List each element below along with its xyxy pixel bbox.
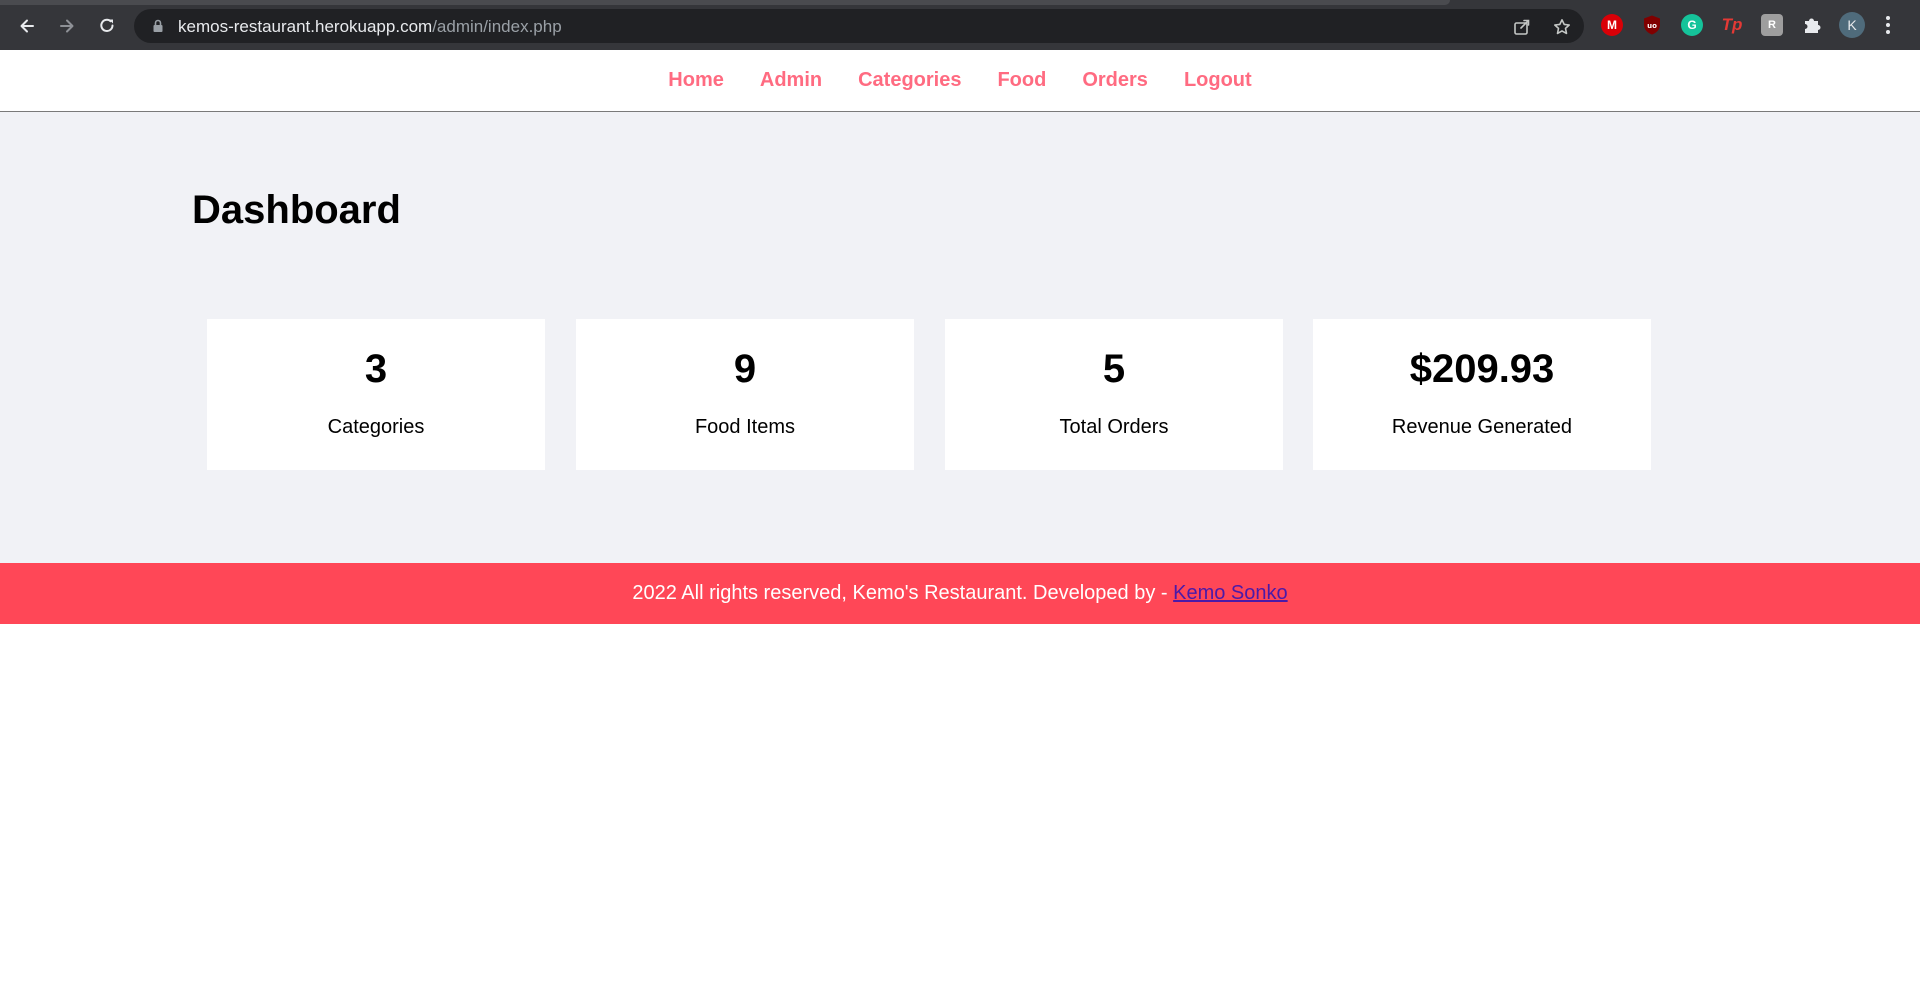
address-bar[interactable]: kemos-restaurant.herokuapp.com/admin/ind… (134, 9, 1584, 43)
stat-card-categories: 3 Categories (207, 319, 545, 470)
ublock-origin-icon[interactable]: uo (1641, 14, 1663, 36)
url-host: kemos-restaurant.herokuapp.com (178, 17, 433, 36)
mega-extension-icon[interactable]: M (1601, 14, 1623, 36)
tp-extension-icon[interactable]: Tp (1721, 14, 1743, 36)
lock-icon[interactable] (150, 18, 166, 34)
forward-arrow-icon (60, 19, 74, 33)
stat-label: Total Orders (1059, 416, 1169, 438)
stat-value: 3 (364, 347, 388, 391)
browser-toolbar: kemos-restaurant.herokuapp.com/admin/ind… (0, 0, 1920, 50)
reader-extension-icon[interactable]: R (1761, 14, 1783, 36)
puzzle-icon (1805, 18, 1821, 33)
nav-logout[interactable]: Logout (1184, 69, 1252, 92)
extensions-puzzle-icon[interactable] (1801, 14, 1823, 36)
bookmark-star-icon[interactable] (1552, 17, 1572, 37)
share-icon[interactable] (1512, 17, 1532, 37)
url-text[interactable]: kemos-restaurant.herokuapp.com/admin/ind… (178, 17, 562, 36)
developer-link[interactable]: Kemo Sonko (1173, 582, 1288, 605)
reload-button[interactable] (92, 11, 122, 41)
back-arrow-icon (20, 19, 34, 33)
nav-admin[interactable]: Admin (760, 69, 822, 92)
nav-categories[interactable]: Categories (858, 69, 961, 92)
stat-value: 9 (733, 347, 757, 391)
page-title: Dashboard (192, 188, 401, 232)
stat-label: Revenue Generated (1391, 416, 1573, 438)
stat-value: 5 (1102, 347, 1126, 391)
grammarly-icon[interactable]: G (1681, 14, 1703, 36)
stat-card-food-items: 9 Food Items (576, 319, 914, 470)
forward-button[interactable] (52, 11, 82, 41)
tab-strip (0, 0, 1450, 5)
url-path: /admin/index.php (432, 17, 562, 36)
stat-value: $209.93 (1409, 347, 1555, 391)
stat-label: Food Items (694, 416, 796, 438)
nav-orders[interactable]: Orders (1082, 69, 1148, 92)
footer-text: 2022 All rights reserved, Kemo's Restaur… (632, 582, 1174, 604)
svg-text:uo: uo (1647, 22, 1657, 30)
shield-icon: uo (1644, 15, 1660, 35)
nav-home[interactable]: Home (668, 69, 724, 92)
reload-icon (100, 18, 114, 32)
stat-card-revenue: $209.93 Revenue Generated (1313, 319, 1651, 470)
stat-card-total-orders: 5 Total Orders (945, 319, 1283, 470)
site-navigation: Home Admin Categories Food Orders Logout (0, 50, 1920, 112)
back-button[interactable] (12, 11, 42, 41)
menu-kebab-icon[interactable] (1883, 14, 1893, 36)
page-footer: 2022 All rights reserved, Kemo's Restaur… (0, 563, 1920, 624)
profile-avatar[interactable]: K (1839, 12, 1865, 38)
dashboard-section: Dashboard 3 Categories 9 Food Items 5 To… (0, 112, 1920, 563)
nav-food[interactable]: Food (997, 69, 1046, 92)
stat-label: Categories (327, 416, 425, 438)
